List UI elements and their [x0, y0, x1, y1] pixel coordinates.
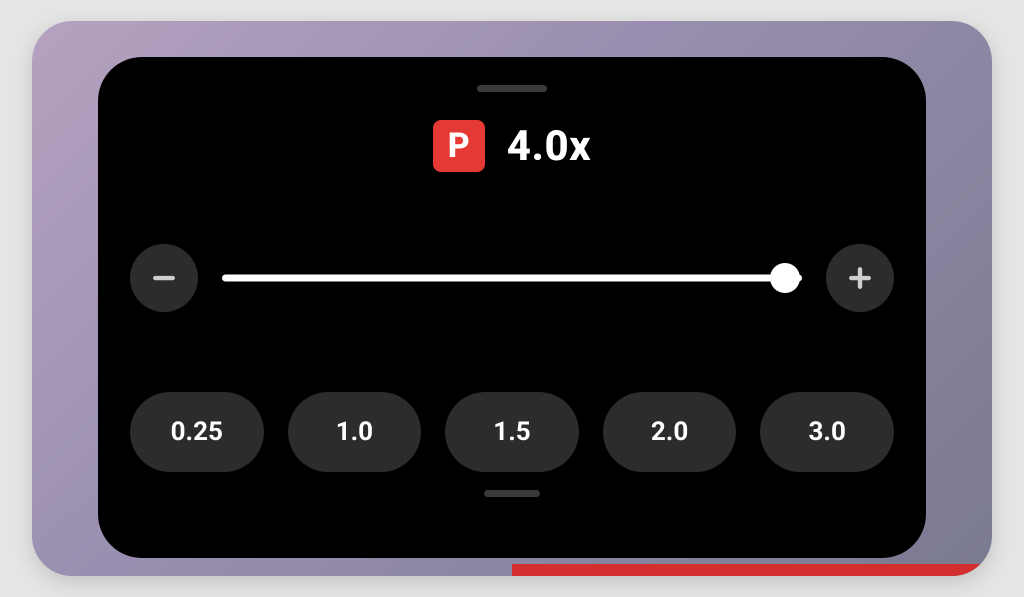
preset-button-0[interactable]: 0.25 — [130, 392, 264, 472]
increase-speed-button[interactable] — [826, 244, 894, 312]
decrease-speed-button[interactable] — [130, 244, 198, 312]
preset-label: 2.0 — [651, 417, 688, 447]
preset-button-2[interactable]: 1.5 — [445, 392, 579, 472]
speed-slider[interactable] — [222, 264, 802, 292]
preset-label: 1.0 — [336, 417, 373, 447]
badge-letter: P — [448, 129, 470, 163]
home-indicator-icon[interactable] — [484, 490, 540, 497]
preset-label: 1.5 — [493, 417, 530, 447]
video-player-background: P 4.0x 0.25 — [32, 21, 992, 576]
plus-icon — [845, 263, 875, 293]
drag-handle-icon[interactable] — [477, 85, 547, 92]
slider-track — [222, 275, 802, 282]
preset-button-3[interactable]: 2.0 — [603, 392, 737, 472]
speed-slider-row — [130, 244, 894, 312]
current-speed-label: 4.0x — [507, 122, 591, 171]
preset-button-1[interactable]: 1.0 — [288, 392, 422, 472]
speed-presets: 0.25 1.0 1.5 2.0 3.0 — [130, 392, 894, 472]
preset-label: 3.0 — [808, 417, 845, 447]
minus-icon — [149, 263, 179, 293]
speed-header: P 4.0x — [130, 120, 894, 172]
slider-thumb[interactable] — [770, 263, 800, 293]
premium-badge-icon: P — [433, 120, 485, 172]
progress-bar[interactable] — [512, 564, 992, 576]
preset-button-4[interactable]: 3.0 — [760, 392, 894, 472]
preset-label: 0.25 — [171, 417, 223, 447]
speed-control-panel: P 4.0x 0.25 — [98, 57, 926, 558]
